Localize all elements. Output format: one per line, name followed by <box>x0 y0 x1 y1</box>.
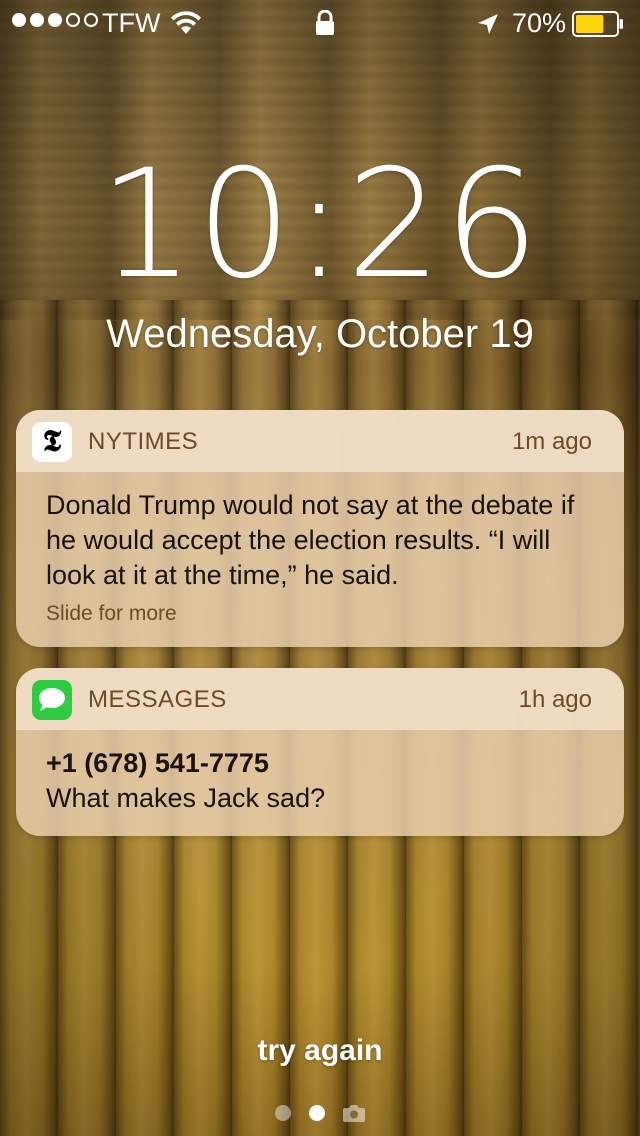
lock-clock: 10:26 <box>98 138 542 312</box>
notification-nytimes[interactable]: 𝕿 NYTIMES 1m ago Donald Trump would not … <box>16 410 624 647</box>
status-bar: TFW 70% <box>0 0 640 48</box>
signal-dot <box>66 13 80 27</box>
slide-for-more-hint: Slide for more <box>46 602 177 625</box>
page-dot <box>275 1105 291 1121</box>
location-arrow-icon <box>478 14 498 34</box>
notification-messages[interactable]: MESSAGES 1h ago +1 (678) 541-7775 What m… <box>16 668 624 836</box>
signal-dot <box>30 13 44 27</box>
try-again-prompt: try again <box>257 1034 383 1067</box>
messages-bubble-icon <box>32 680 72 720</box>
carrier-name: TFW <box>102 8 161 38</box>
notification-body: Donald Trump would not say at the debate… <box>16 472 624 647</box>
signal-dot <box>48 13 62 27</box>
notification-app-name: MESSAGES <box>88 686 227 713</box>
battery-percentage: 70% <box>512 8 567 38</box>
notification-time: 1h ago <box>518 686 592 713</box>
battery-icon <box>572 11 623 37</box>
lock-screen: TFW 70% 10:26 Wednesday, October 19 𝕿 NY… <box>0 0 640 1136</box>
signal-strength-icon <box>12 13 98 27</box>
notification-time: 1m ago <box>511 428 592 455</box>
page-indicator[interactable] <box>0 1104 640 1122</box>
signal-dot <box>84 13 98 27</box>
page-dot-active <box>309 1105 325 1121</box>
message-sender: +1 (678) 541-7775 <box>46 748 269 778</box>
notification-app-name: NYTIMES <box>88 428 199 455</box>
signal-dot <box>12 13 26 27</box>
notification-header: MESSAGES 1h ago <box>16 668 624 730</box>
notification-message: Donald Trump would not say at the debate… <box>46 490 575 590</box>
lock-date: Wednesday, October 19 <box>106 312 534 356</box>
wifi-icon <box>171 11 201 34</box>
nytimes-logo-icon: 𝕿 <box>32 422 72 462</box>
camera-icon[interactable] <box>343 1104 365 1122</box>
notification-header: 𝕿 NYTIMES 1m ago <box>16 410 624 472</box>
lock-icon <box>316 10 334 35</box>
notification-message: What makes Jack sad? <box>46 783 326 813</box>
notification-body: +1 (678) 541-7775 What makes Jack sad? <box>16 730 624 836</box>
